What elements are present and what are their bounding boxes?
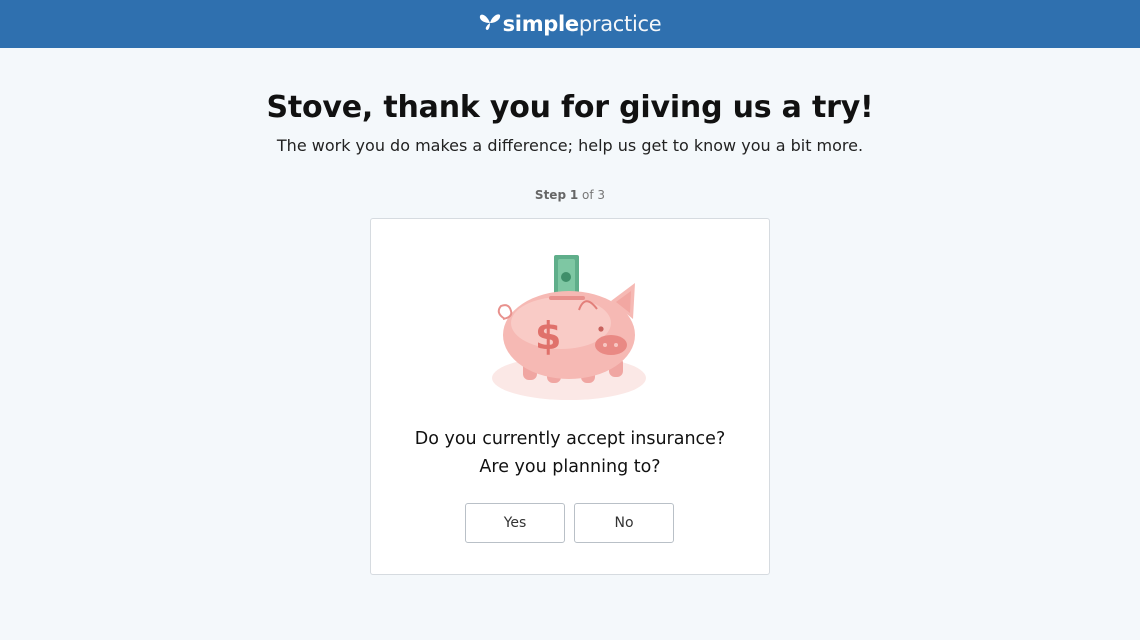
logo-text-bold: simple [502, 12, 580, 36]
step-indicator: Step 1 of 3 [0, 188, 1140, 202]
question-line-2: Are you planning to? [479, 457, 661, 477]
logo-text-light: practice [578, 12, 662, 36]
onboarding-card: $ Do you currently accept insurance? Are… [370, 218, 770, 575]
butterfly-icon [479, 14, 500, 30]
step-total: of 3 [582, 188, 606, 202]
question-line-1: Do you currently accept insurance? [414, 429, 726, 449]
step-label: Step [534, 188, 567, 202]
page-title: Stove, thank you for giving us a try! [266, 90, 874, 125]
insurance-question: Do you currently accept insurance? Are y… [371, 425, 769, 481]
no-button[interactable]: No [574, 503, 674, 543]
page-subtitle: The work you do makes a difference; help… [276, 136, 864, 155]
yes-button[interactable]: Yes [465, 503, 565, 543]
simplepractice-logo[interactable]: simple practice [479, 12, 662, 36]
step-current: 1 [569, 188, 579, 202]
svg-text:$: $ [535, 314, 561, 358]
piggy-bank-icon: $ [492, 255, 646, 400]
top-bar: simple practice [0, 0, 1140, 48]
